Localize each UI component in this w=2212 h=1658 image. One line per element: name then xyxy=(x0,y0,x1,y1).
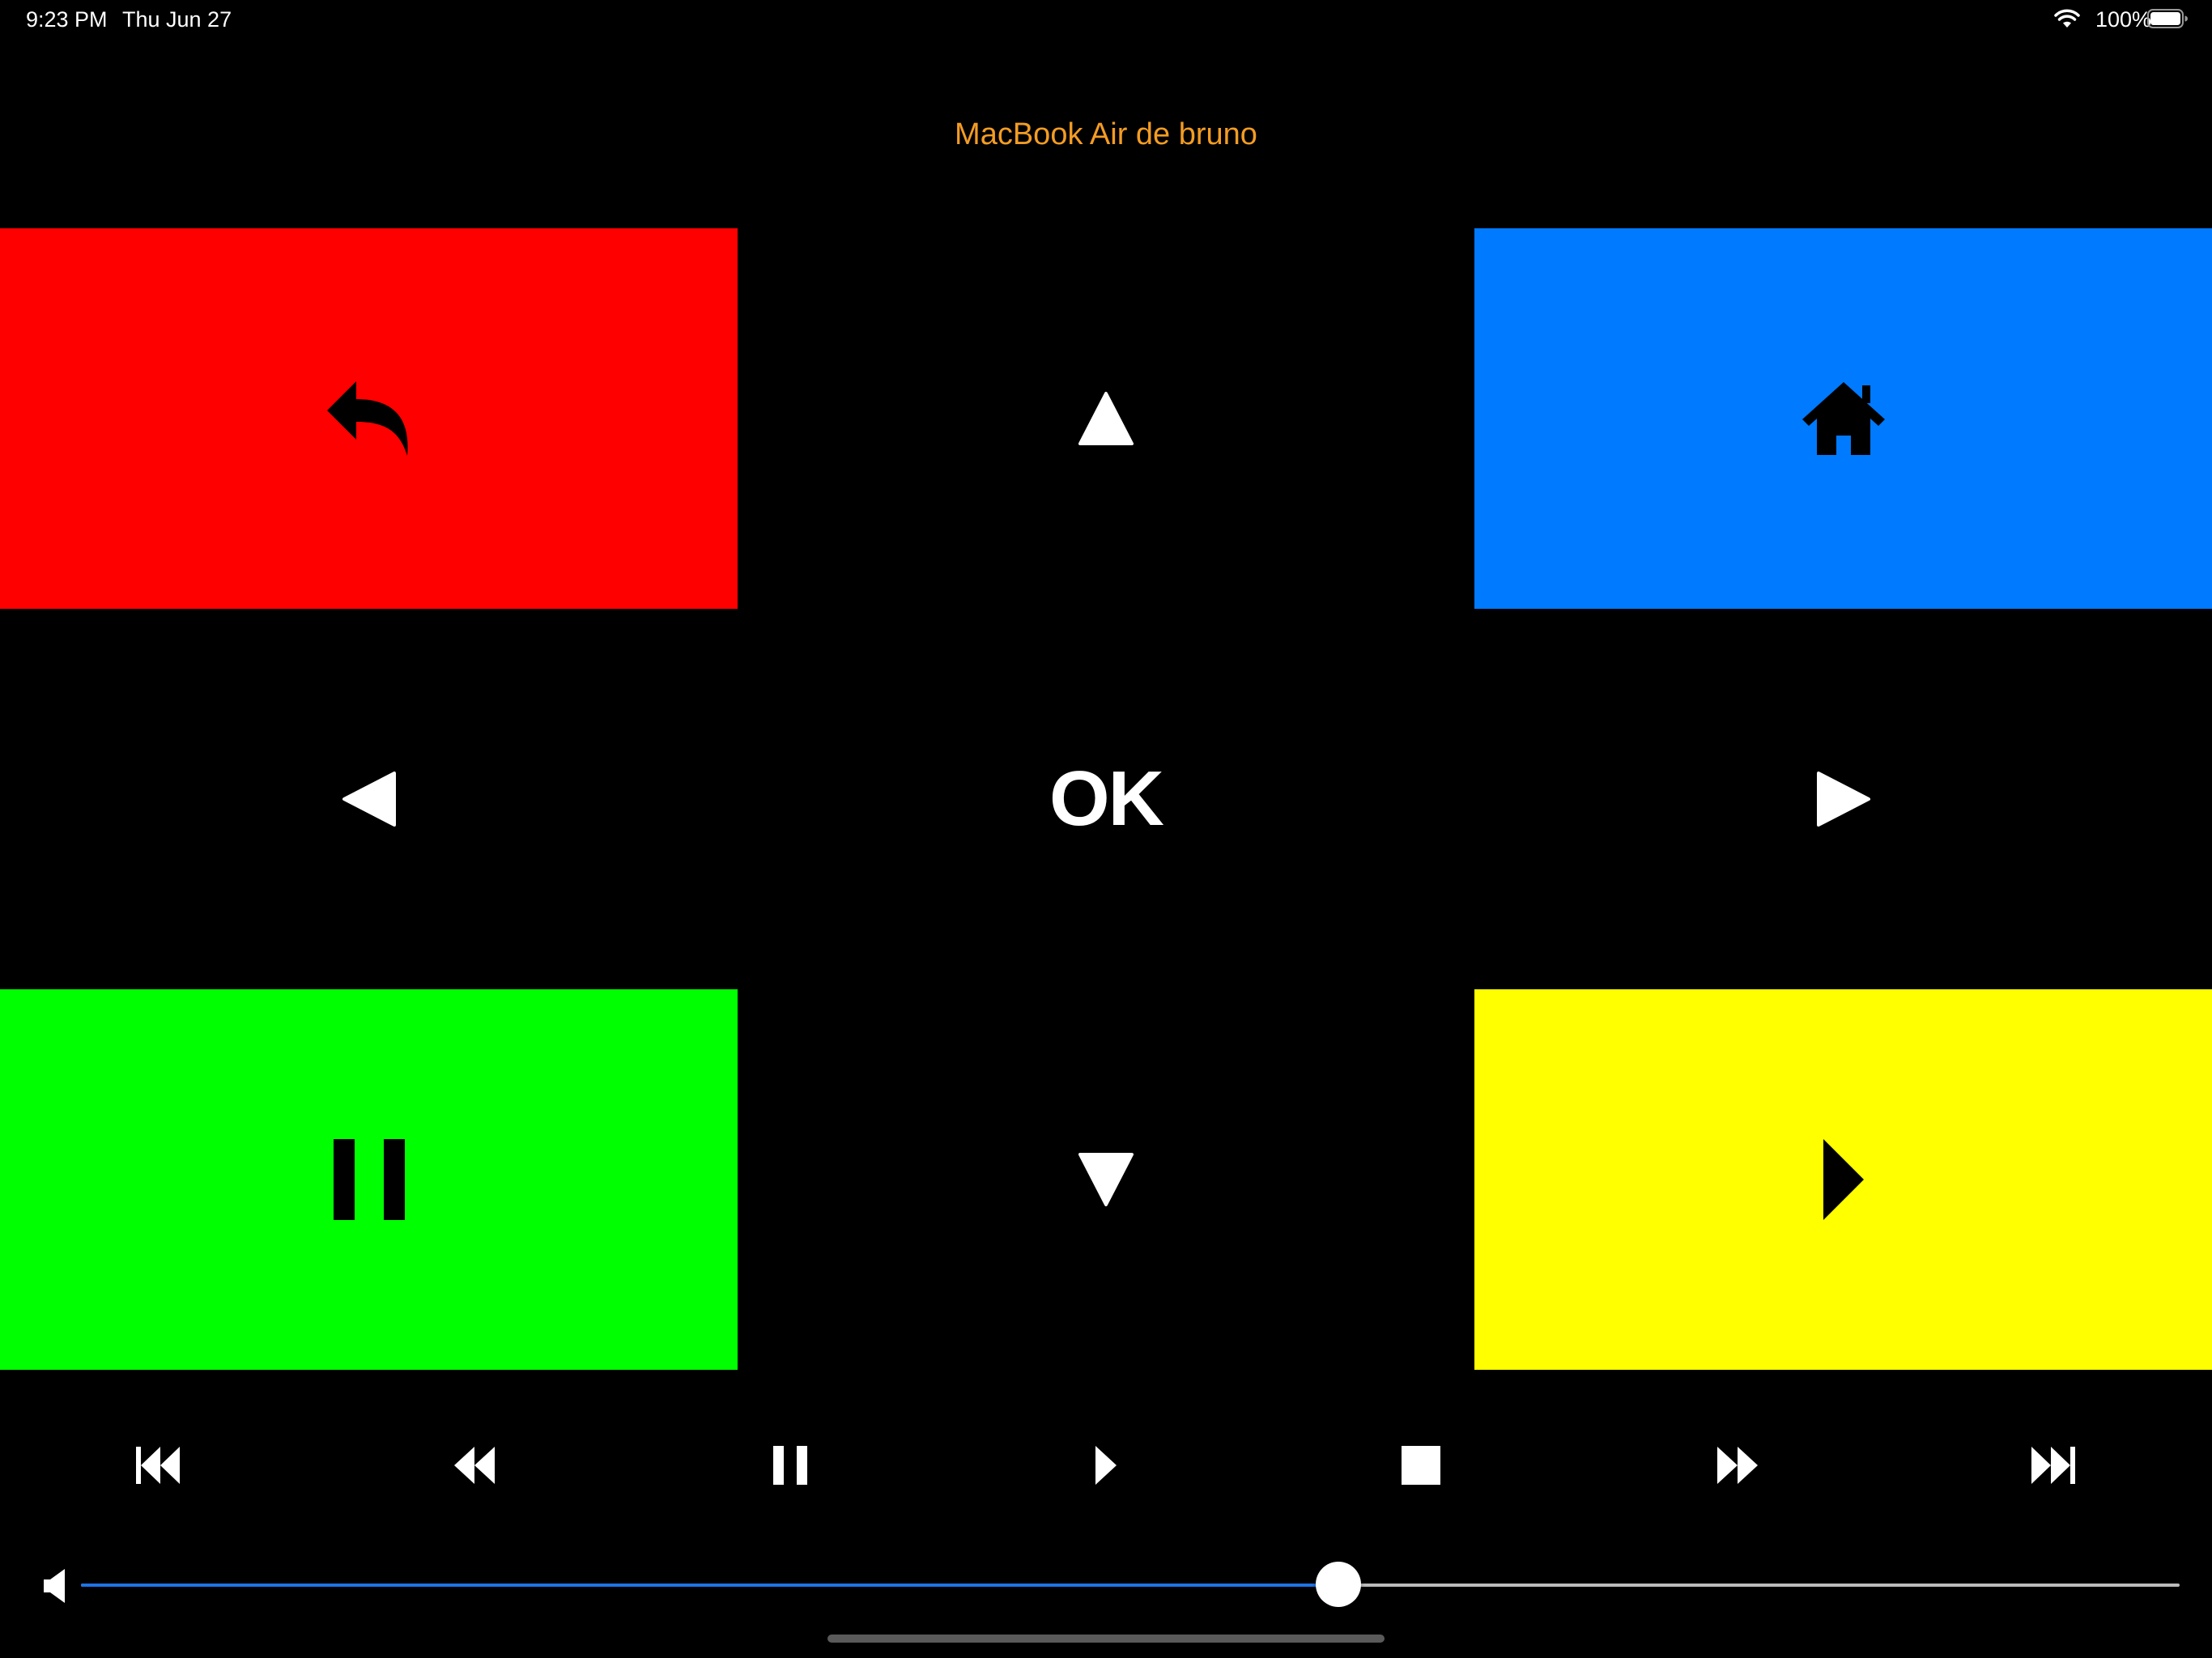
skip-to-start-button[interactable] xyxy=(117,1433,198,1498)
back-arrow-icon xyxy=(326,381,408,456)
pause-icon xyxy=(333,1139,405,1220)
battery-icon xyxy=(2147,9,2188,28)
pause-small-icon xyxy=(773,1446,807,1485)
play-button[interactable] xyxy=(1474,989,2212,1370)
play-icon xyxy=(1823,1139,1864,1220)
skip-forward-icon xyxy=(2031,1447,2075,1484)
down-button[interactable] xyxy=(738,989,1474,1370)
fast-forward-button[interactable] xyxy=(1697,1433,1778,1498)
skip-to-end-button[interactable] xyxy=(2013,1433,2094,1498)
volume-fill xyxy=(81,1584,1338,1587)
volume-thumb[interactable] xyxy=(1315,1562,1361,1607)
ok-label: OK xyxy=(1049,755,1164,842)
wifi-icon xyxy=(2054,9,2080,28)
back-button[interactable] xyxy=(0,228,738,609)
stop-button[interactable] xyxy=(1380,1433,1461,1498)
home-indicator[interactable] xyxy=(827,1635,1385,1643)
left-button[interactable] xyxy=(0,609,738,989)
skip-back-icon xyxy=(136,1447,180,1484)
stop-icon xyxy=(1402,1446,1440,1485)
status-time: 9:23 PM xyxy=(26,7,108,32)
fast-forward-icon xyxy=(1717,1447,1758,1484)
pause-button[interactable] xyxy=(0,989,738,1370)
ok-button[interactable]: OK xyxy=(738,609,1474,989)
speaker-icon xyxy=(44,1569,65,1603)
transport-play-button[interactable] xyxy=(1066,1433,1146,1498)
triangle-up-icon xyxy=(1078,392,1134,445)
rewind-icon xyxy=(454,1447,495,1484)
play-small-icon xyxy=(1095,1446,1117,1485)
battery-percentage: 100% xyxy=(2095,7,2152,32)
triangle-down-icon xyxy=(1078,1153,1134,1206)
up-button[interactable] xyxy=(738,228,1474,609)
right-button[interactable] xyxy=(1474,609,2212,989)
status-date: Thu Jun 27 xyxy=(122,7,232,32)
rewind-button[interactable] xyxy=(434,1433,515,1498)
triangle-right-icon xyxy=(1816,772,1870,827)
device-title: MacBook Air de bruno xyxy=(955,117,1257,151)
home-button[interactable] xyxy=(1474,228,2212,609)
transport-pause-button[interactable] xyxy=(750,1433,831,1498)
triangle-left-icon xyxy=(342,772,396,827)
house-icon xyxy=(1802,382,1885,455)
